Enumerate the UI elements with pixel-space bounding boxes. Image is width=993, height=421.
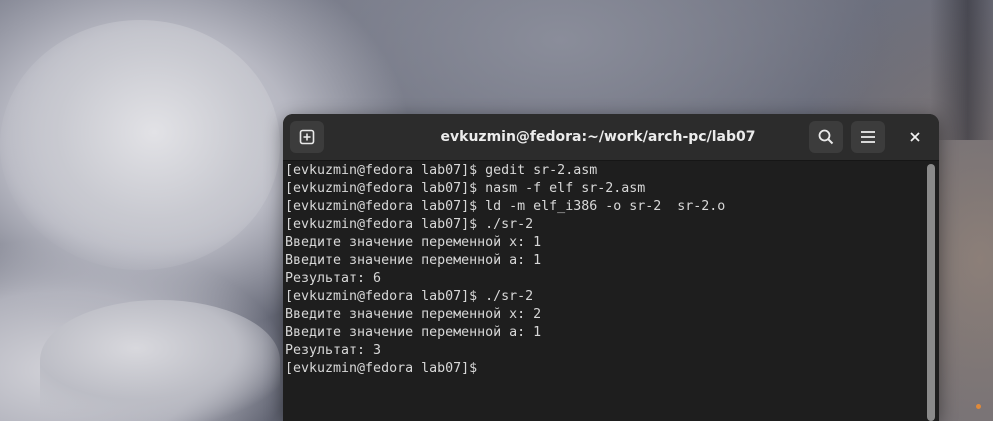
terminal-line: [evkuzmin@fedora lab07]$ ./sr-2 [285,217,534,232]
terminal-line: [evkuzmin@fedora lab07]$ nasm -f elf sr-… [285,181,646,196]
new-tab-button[interactable] [290,121,324,153]
terminal-line: Введите значение переменной x: 2 [285,307,542,322]
wallpaper-highlight [40,300,280,421]
window-title: evkuzmin@fedora:~/work/arch-pc/lab07 [440,129,756,145]
terminal-prompt-line[interactable]: [evkuzmin@fedora lab07]$ [285,360,925,378]
close-button[interactable] [903,125,927,149]
terminal-line: [evkuzmin@fedora lab07]$ ./sr-2 [285,289,534,304]
terminal-line: Введите значение переменной a: 1 [285,253,542,268]
terminal-line: Введите значение переменной a: 1 [285,325,542,340]
close-icon [910,132,920,142]
terminal-line: Результат: 6 [285,271,382,286]
terminal-line: Введите значение переменной x: 1 [285,235,542,250]
terminal-line: Результат: 3 [285,343,382,358]
wallpaper-spark [976,404,981,409]
wallpaper-shadow [930,0,993,140]
terminal-output[interactable]: [evkuzmin@fedora lab07]$ gedit sr-2.asm … [285,162,925,421]
terminal-titlebar[interactable]: evkuzmin@fedora:~/work/arch-pc/lab07 [283,114,939,161]
terminal-line: [evkuzmin@fedora lab07]$ ld -m elf_i386 … [285,199,726,214]
hamburger-menu-icon [861,131,875,143]
menu-button[interactable] [851,121,885,153]
search-button[interactable] [809,121,843,153]
terminal-scrollbar[interactable] [927,164,935,421]
new-tab-icon [299,129,315,145]
search-icon [818,129,834,145]
wallpaper-highlight [0,20,280,270]
terminal-line: [evkuzmin@fedora lab07]$ gedit sr-2.asm [285,163,598,178]
terminal-window[interactable]: evkuzmin@fedora:~/work/arch-pc/lab07 [ev… [283,114,939,421]
